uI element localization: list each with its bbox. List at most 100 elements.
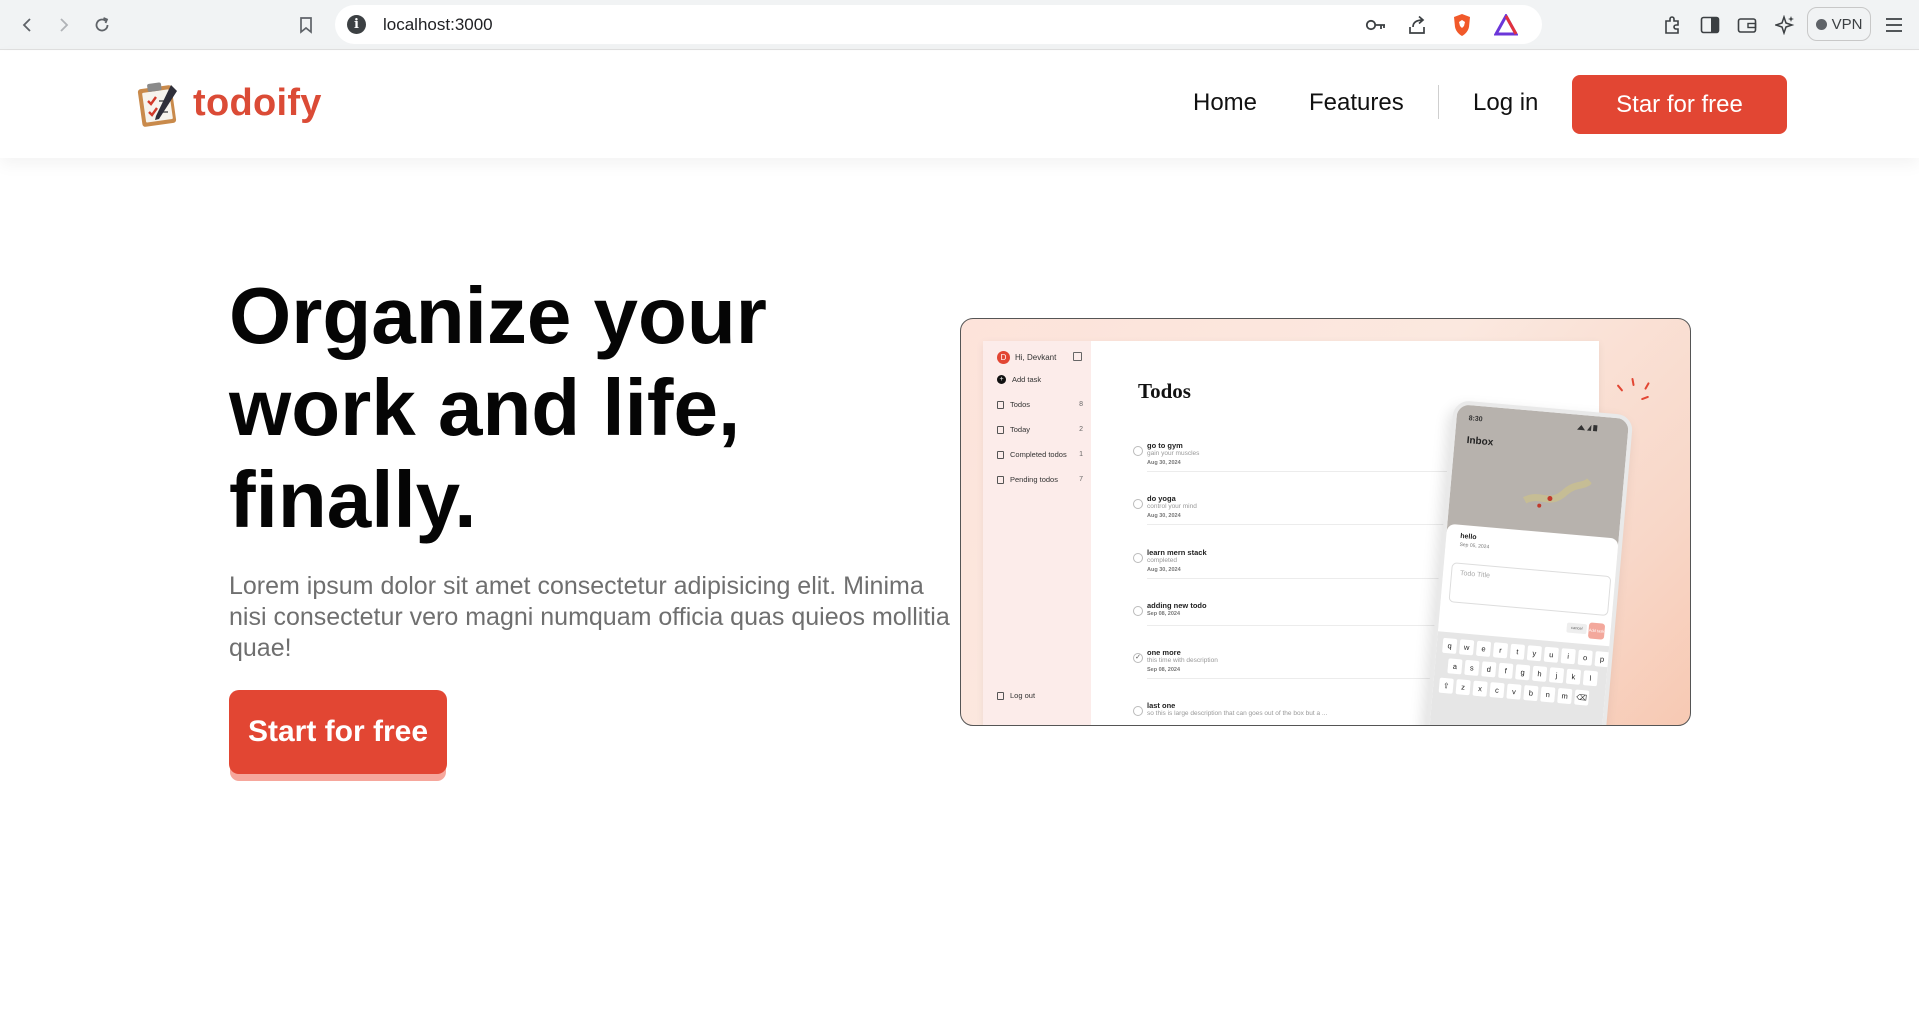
reload-icon[interactable] — [86, 9, 118, 41]
nav-login-link[interactable]: Log in — [1473, 89, 1538, 117]
phone-cancel-button: cancel — [1566, 622, 1588, 635]
sidebar-item-label: Add task — [1012, 375, 1042, 384]
phone-todo-input: Todo Title — [1448, 562, 1612, 617]
keyboard-key: z — [1455, 679, 1471, 696]
todo-name: go to gym — [1147, 441, 1183, 450]
todo-name: do yoga — [1147, 494, 1176, 503]
todo-date: Sep 08, 2024 — [1147, 611, 1181, 617]
keyboard-key: j — [1548, 667, 1565, 684]
keyboard-key: c — [1489, 682, 1505, 699]
keyboard-key: s — [1464, 659, 1480, 676]
todo-name: one more — [1147, 648, 1181, 657]
keyboard-key: e — [1475, 640, 1492, 657]
sidebar-item-count: 1 — [1079, 451, 1083, 458]
keyboard-key: y — [1526, 645, 1543, 662]
todo-description: this time with description — [1147, 657, 1218, 664]
brave-shields-icon[interactable] — [1448, 11, 1476, 39]
nav-features-link[interactable]: Features — [1309, 89, 1404, 117]
site-info-icon[interactable]: i — [347, 15, 366, 34]
sidebar-item-label: Completed todos — [1010, 450, 1067, 459]
keyboard-key: k — [1565, 668, 1582, 685]
keyboard-key: a — [1447, 658, 1463, 675]
list-icon — [997, 475, 1004, 484]
checkbox-icon — [1133, 499, 1143, 509]
preview-sidebar-item-pending: Pending todos 7 — [997, 475, 1083, 484]
logo[interactable]: todoify — [135, 79, 322, 127]
keyboard-key: x — [1472, 680, 1488, 697]
nav-home-link[interactable]: Home — [1193, 89, 1257, 117]
start-for-free-button[interactable]: Start for free — [229, 690, 447, 774]
brave-rewards-icon[interactable] — [1492, 11, 1520, 39]
hero-title: Organize your work and life, finally. — [229, 271, 767, 544]
sidebar-toggle-icon — [1073, 352, 1082, 361]
checkbox-icon — [1133, 706, 1143, 716]
keyboard-key: ⇧ — [1438, 677, 1454, 694]
sidebar-item-label: Todos — [1010, 400, 1031, 409]
vpn-status-icon — [1815, 18, 1827, 30]
check-icon: ✓ — [1133, 653, 1143, 663]
keyboard-key: b — [1523, 685, 1539, 702]
preview-sidebar-item-completed: Completed todos 1 — [997, 450, 1083, 459]
sidebar-icon[interactable] — [1696, 11, 1724, 39]
wallet-icon[interactable] — [1733, 11, 1761, 39]
todo-date: Aug 30, 2024 — [1147, 513, 1181, 519]
keyboard-key: v — [1506, 683, 1522, 700]
keyboard-key: r — [1492, 642, 1509, 659]
preview-sidebar-item-todos: Todos 8 — [997, 400, 1083, 409]
keyboard-key: u — [1543, 646, 1559, 663]
browser-toolbar: i localhost:3000 VPN — [0, 0, 1919, 50]
hero-description: Lorem ipsum dolor sit amet consectetur a… — [229, 572, 950, 662]
key-icon[interactable] — [1362, 11, 1390, 39]
app-preview-image: D Hi, Devkant + Add task Todos 8 Today 2… — [960, 318, 1691, 726]
keyboard-key: o — [1577, 649, 1593, 666]
keyboard-key: ⌫ — [1574, 689, 1590, 706]
forward-icon[interactable] — [48, 9, 80, 41]
phone-keyboard: q w e r t y u i o p a s d f g h j k l ⇧ … — [1429, 631, 1610, 725]
divider — [1147, 578, 1447, 579]
keyboard-key: p — [1594, 651, 1610, 668]
keyboard-key: i — [1560, 648, 1576, 665]
share-icon[interactable] — [1403, 11, 1431, 39]
inbox-icon — [997, 400, 1004, 409]
todo-description: so this is large description that can go… — [1147, 710, 1328, 717]
decorative-spark — [1616, 384, 1624, 392]
extensions-icon[interactable] — [1658, 11, 1686, 39]
leo-ai-icon[interactable] — [1771, 11, 1799, 39]
preview-sidebar-item-add-task: + Add task — [997, 375, 1083, 384]
divider — [1147, 524, 1447, 525]
phone-inbox-title: Inbox — [1466, 435, 1494, 449]
back-icon[interactable] — [11, 9, 43, 41]
menu-icon[interactable] — [1880, 11, 1908, 39]
keyboard-key: h — [1531, 665, 1548, 682]
logout-label: Log out — [1010, 691, 1036, 700]
keyboard-key: w — [1459, 639, 1475, 656]
todo-description: gain your muscles — [1147, 450, 1200, 457]
vpn-button[interactable]: VPN — [1807, 7, 1871, 41]
keyboard-key: m — [1557, 687, 1573, 705]
keyboard-key: t — [1509, 643, 1526, 660]
bookmark-icon[interactable] — [290, 9, 322, 41]
signal-battery-icon — [1577, 424, 1598, 432]
map-graphic — [1522, 478, 1593, 508]
keyboard-key: f — [1498, 662, 1514, 679]
keyboard-key: l — [1582, 670, 1599, 687]
divider — [1147, 471, 1447, 472]
todo-description: control your mind — [1147, 503, 1197, 510]
todo-name: adding new todo — [1147, 601, 1207, 610]
url-text[interactable]: localhost:3000 — [383, 15, 493, 35]
preview-todos-title: Todos — [1138, 379, 1191, 403]
address-bar[interactable]: i localhost:3000 — [335, 5, 1542, 44]
logout-icon — [997, 691, 1004, 700]
keyboard-key: d — [1481, 661, 1497, 678]
sidebar-item-count: 7 — [1079, 476, 1083, 483]
sidebar-item-label: Pending todos — [1010, 475, 1058, 484]
phone-time: 8:30 — [1468, 415, 1483, 424]
divider — [1147, 678, 1447, 679]
preview-phone-mockup: 8:30 Inbox hello Sep 05, 2024 Todo Title… — [1424, 399, 1634, 725]
phone-item-name: hello — [1459, 532, 1477, 542]
todo-date: Aug 30, 2024 — [1147, 460, 1181, 466]
star-for-free-button[interactable]: Star for free — [1572, 75, 1787, 134]
todo-name: last one — [1147, 701, 1176, 710]
list-icon — [997, 450, 1004, 459]
phone-input-placeholder: Todo Title — [1459, 569, 1491, 580]
